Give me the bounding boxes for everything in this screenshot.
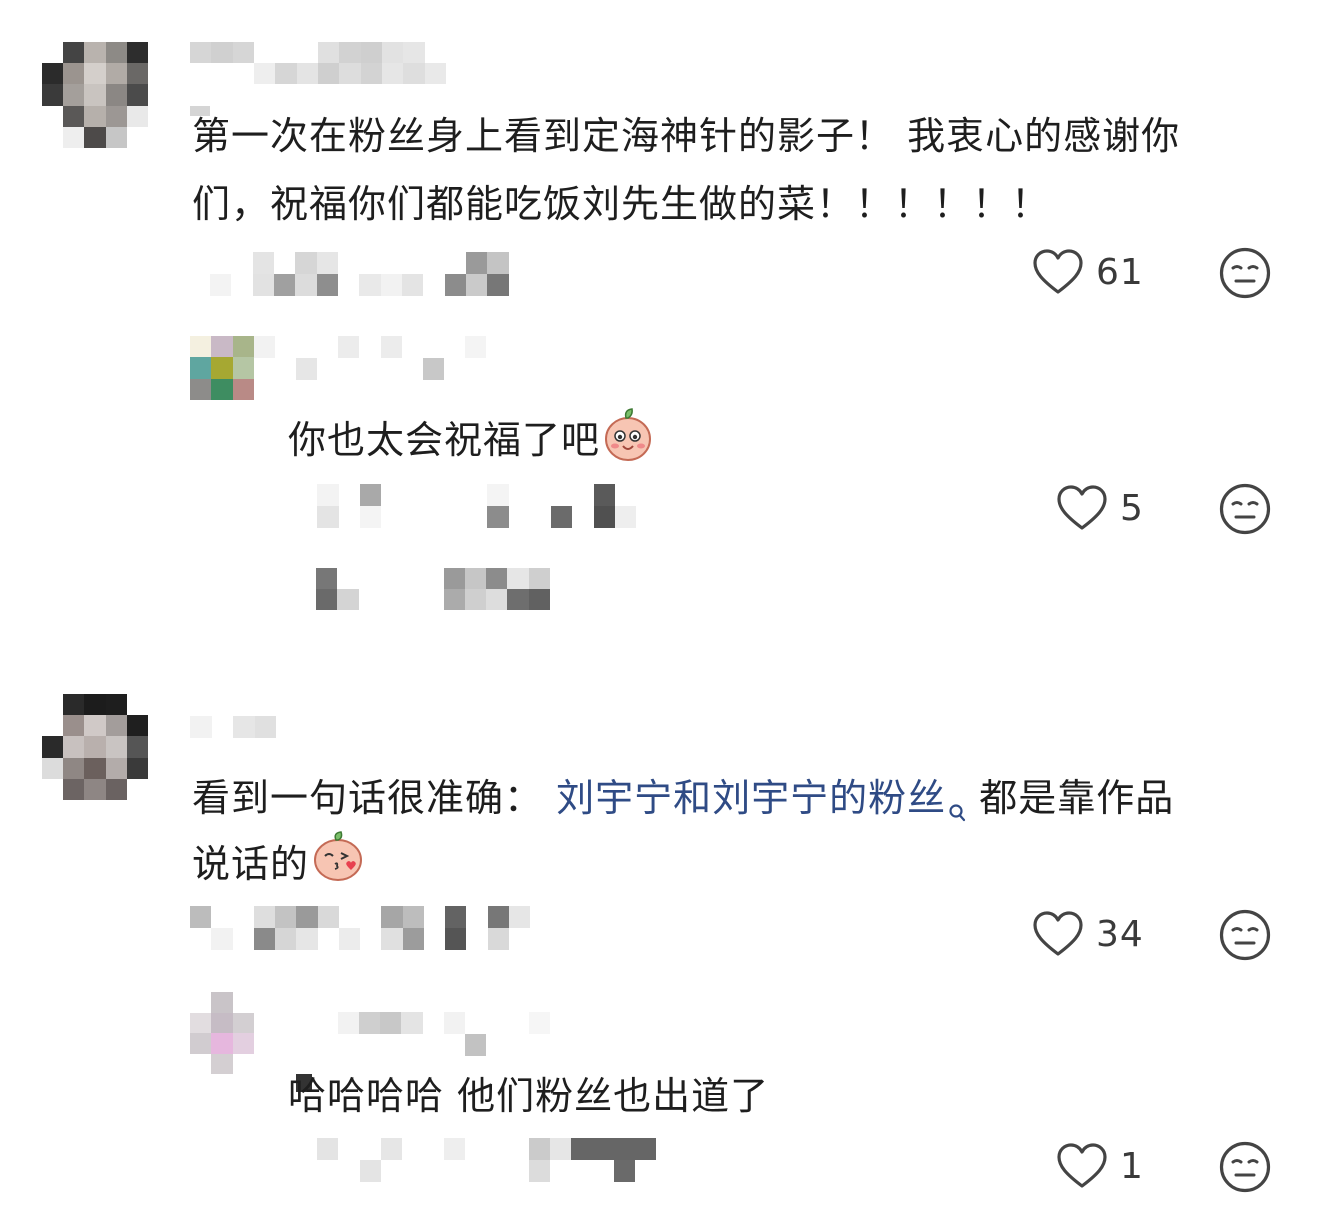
unamused-face-icon bbox=[1218, 247, 1272, 304]
reply-like-button[interactable]: 5 bbox=[1056, 484, 1144, 532]
username[interactable] bbox=[190, 42, 446, 84]
reply-like-count: 5 bbox=[1120, 487, 1144, 529]
avatar[interactable] bbox=[42, 42, 148, 148]
reply-dislike-button[interactable] bbox=[1218, 482, 1272, 540]
reply-meta[interactable] bbox=[296, 484, 636, 528]
kiss-peach-emoji bbox=[311, 830, 365, 903]
dislike-button[interactable] bbox=[1218, 908, 1272, 966]
unamused-face-icon bbox=[1218, 1141, 1272, 1198]
reply-avatar[interactable] bbox=[190, 992, 254, 1074]
reply-like-count: 1 bbox=[1120, 1145, 1144, 1187]
search-icon bbox=[948, 776, 966, 844]
reply-dislike-button[interactable] bbox=[1218, 1140, 1272, 1198]
comment-meta[interactable] bbox=[210, 252, 530, 296]
comment-text-line1: 第一次在粉丝身上看到定海神针的影子！ 我衷心的感谢你 bbox=[192, 114, 1181, 158]
like-count: 34 bbox=[1096, 913, 1144, 955]
reply-username[interactable] bbox=[274, 1012, 550, 1056]
reply-meta[interactable] bbox=[296, 1138, 656, 1182]
heart-icon bbox=[1056, 1142, 1108, 1190]
expand-replies-link[interactable] bbox=[316, 568, 550, 610]
reply-like-button[interactable]: 1 bbox=[1056, 1142, 1144, 1190]
reply-text: 哈哈哈哈 他们粉丝也出道了 bbox=[288, 1074, 770, 1118]
comment-meta[interactable] bbox=[190, 906, 530, 950]
like-button[interactable]: 34 bbox=[1032, 910, 1144, 958]
username[interactable] bbox=[190, 716, 276, 738]
unamused-face-icon bbox=[1218, 909, 1272, 966]
comment-text-line2: 说话的 bbox=[192, 830, 365, 903]
unamused-face-icon bbox=[1218, 483, 1272, 540]
dislike-button[interactable] bbox=[1218, 246, 1272, 304]
reply-avatar[interactable] bbox=[190, 336, 254, 400]
topic-link[interactable]: 刘宇宁和刘宇宁的粉丝 bbox=[556, 776, 946, 820]
avatar[interactable] bbox=[42, 694, 148, 800]
heart-icon bbox=[1032, 248, 1084, 296]
heart-icon bbox=[1056, 484, 1108, 532]
comment-text-line2: 们，祝福你们都能吃饭刘先生做的菜！！！！！！ bbox=[192, 182, 1051, 226]
reply-username[interactable] bbox=[254, 336, 486, 380]
like-button[interactable]: 61 bbox=[1032, 248, 1144, 296]
blush-peach-emoji bbox=[602, 406, 654, 479]
heart-icon bbox=[1032, 910, 1084, 958]
reply-text: 你也太会祝福了吧 bbox=[288, 406, 654, 479]
like-count: 61 bbox=[1096, 251, 1144, 293]
